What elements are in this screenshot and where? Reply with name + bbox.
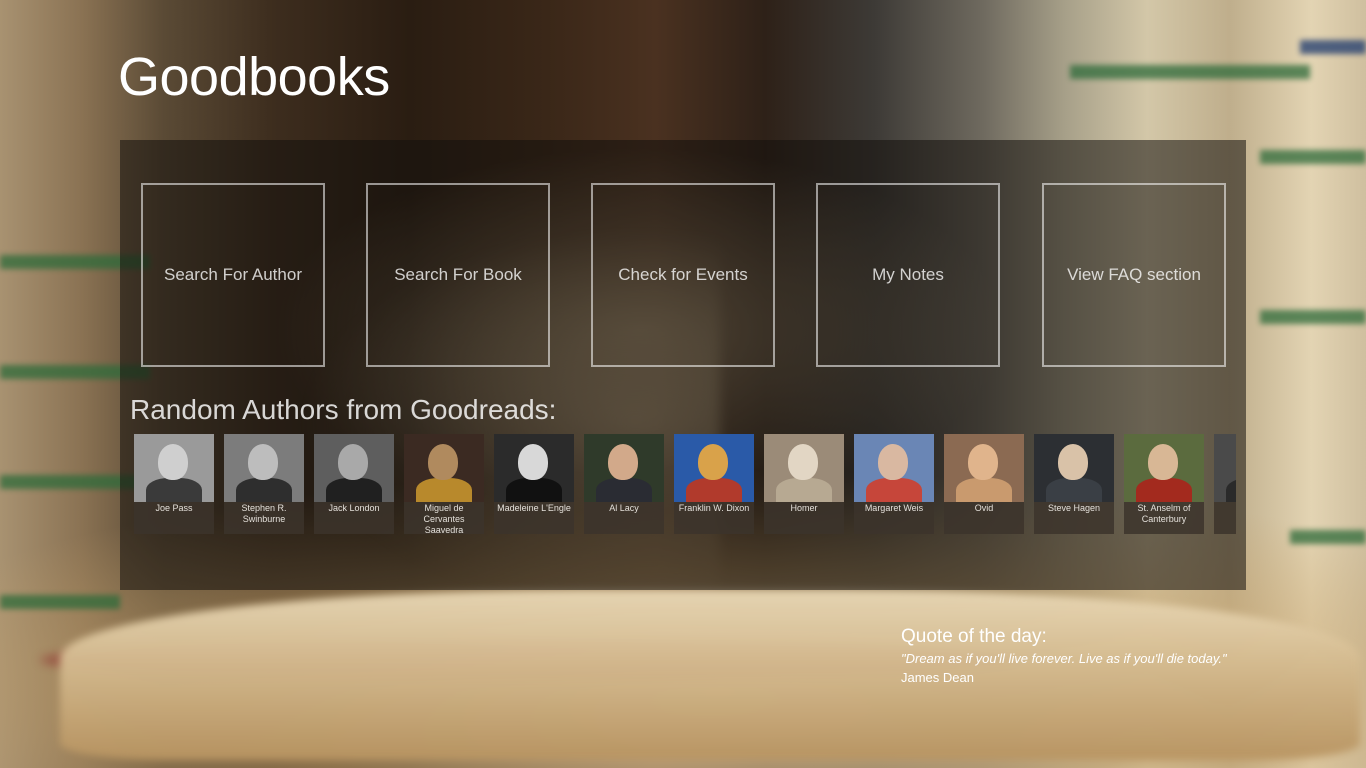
- author-name: Homer: [790, 503, 818, 513]
- search-book-label: Search For Book: [394, 265, 522, 284]
- author-photo: [1214, 434, 1236, 502]
- author-card[interactable]: Joe Pass: [134, 434, 214, 534]
- main-panel: Search For Author Search For Book Check …: [120, 140, 1246, 590]
- author-name: St. Anselm of Canterbury: [1137, 503, 1191, 524]
- author-photo: [134, 434, 214, 502]
- author-photo: [674, 434, 754, 502]
- quote-text: "Dream as if you'll live forever. Live a…: [901, 651, 1227, 666]
- authors-strip[interactable]: Joe Pass Stephen R. Swinburne Jack London M…: [134, 434, 1236, 534]
- view-faq-label: View FAQ section: [1067, 265, 1201, 284]
- my-notes-label: My Notes: [872, 265, 944, 284]
- author-name: Joe Pass: [155, 503, 193, 513]
- quote-of-the-day: Quote of the day: "Dream as if you'll li…: [901, 626, 1361, 686]
- author-name: Al Lacy: [609, 503, 639, 513]
- author-card[interactable]: Jack London: [314, 434, 394, 534]
- author-photo: [584, 434, 664, 502]
- author-photo: [314, 434, 394, 502]
- author-name: Steve Hagen: [1047, 503, 1101, 513]
- check-events-tile[interactable]: Check for Events: [591, 183, 775, 367]
- author-card[interactable]: Homer: [764, 434, 844, 534]
- author-card[interactable]: Miguel de Cervantes Saavedra: [404, 434, 484, 534]
- author-name: Jack London: [328, 503, 380, 513]
- author-photo: [944, 434, 1024, 502]
- author-name: Margaret Weis: [864, 503, 924, 513]
- author-photo: [1034, 434, 1114, 502]
- search-author-tile[interactable]: Search For Author: [141, 183, 325, 367]
- author-name: Mars: [1214, 502, 1236, 514]
- author-card[interactable]: Margaret Weis: [854, 434, 934, 534]
- author-photo: [494, 434, 574, 502]
- author-card[interactable]: Ovid: [944, 434, 1024, 534]
- author-card[interactable]: Mars: [1214, 434, 1236, 534]
- app-title: Goodbooks: [118, 47, 390, 107]
- quote-label: Quote of the day:: [901, 626, 1047, 647]
- author-card[interactable]: Steve Hagen: [1034, 434, 1114, 534]
- author-photo: [404, 434, 484, 502]
- author-card[interactable]: Al Lacy: [584, 434, 664, 534]
- search-author-label: Search For Author: [164, 265, 302, 284]
- author-card[interactable]: Franklin W. Dixon: [674, 434, 754, 534]
- author-photo: [764, 434, 844, 502]
- author-photo: [224, 434, 304, 502]
- my-notes-tile[interactable]: My Notes: [816, 183, 1000, 367]
- author-card[interactable]: Stephen R. Swinburne: [224, 434, 304, 534]
- author-name: Madeleine L'Engle: [497, 503, 571, 513]
- author-name: Miguel de Cervantes Saavedra: [423, 503, 465, 534]
- author-photo: [1124, 434, 1204, 502]
- author-name: Stephen R. Swinburne: [241, 503, 287, 524]
- author-name: Franklin W. Dixon: [678, 503, 750, 513]
- view-faq-tile[interactable]: View FAQ section: [1042, 183, 1226, 367]
- author-card[interactable]: St. Anselm of Canterbury: [1124, 434, 1204, 534]
- check-events-label: Check for Events: [618, 265, 748, 284]
- author-photo: [854, 434, 934, 502]
- random-authors-heading: Random Authors from Goodreads:: [130, 394, 557, 425]
- quote-author: James Dean: [901, 670, 974, 685]
- search-book-tile[interactable]: Search For Book: [366, 183, 550, 367]
- author-name: Ovid: [974, 503, 994, 513]
- author-card[interactable]: Madeleine L'Engle: [494, 434, 574, 534]
